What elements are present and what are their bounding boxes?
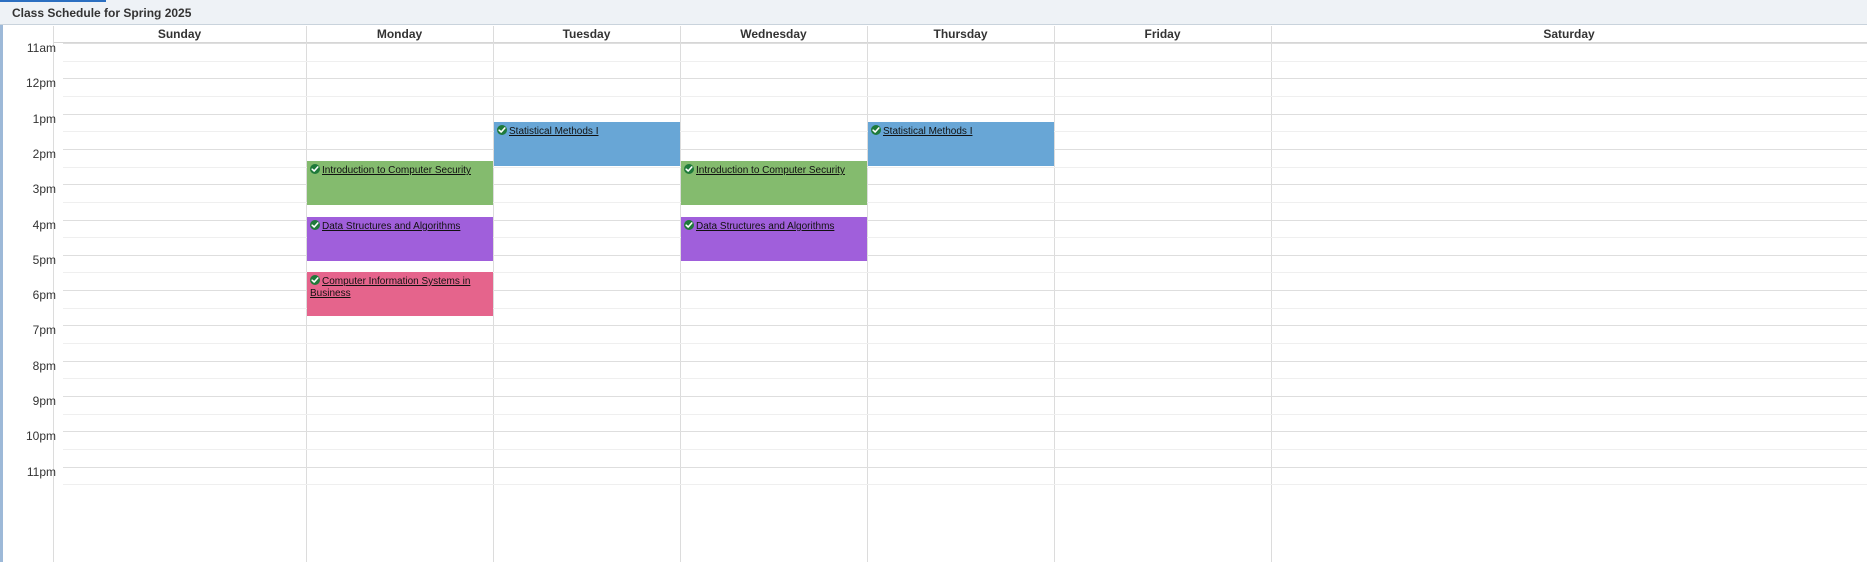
column-divider bbox=[493, 26, 494, 562]
event-title-link[interactable]: Data Structures and Algorithms bbox=[696, 221, 834, 232]
half-hour-gridline bbox=[63, 61, 1867, 62]
column-divider bbox=[867, 26, 868, 562]
check-circle-icon bbox=[497, 125, 507, 135]
calendar-grid: Sunday Monday Tuesday Wednesday Thursday Frid… bbox=[3, 26, 1867, 562]
half-hour-gridline bbox=[63, 378, 1867, 379]
day-header-friday: Friday bbox=[1054, 26, 1271, 43]
half-hour-gridline bbox=[63, 414, 1867, 415]
hour-gridline bbox=[63, 467, 1867, 468]
event-block[interactable]: Computer Information Systems in Business bbox=[307, 272, 493, 316]
title-bar: Class Schedule for Spring 2025 bbox=[0, 0, 1867, 25]
column-divider bbox=[1271, 26, 1272, 562]
check-circle-icon bbox=[684, 220, 694, 230]
time-label-8pm: 8pm bbox=[32, 359, 56, 373]
title-accent bbox=[0, 0, 106, 2]
time-label-10pm: 10pm bbox=[25, 429, 56, 443]
time-label-12pm: 12pm bbox=[25, 76, 56, 90]
day-header-tuesday: Tuesday bbox=[493, 26, 680, 43]
time-label-9pm: 9pm bbox=[32, 394, 56, 408]
day-header-saturday: Saturday bbox=[1271, 26, 1867, 43]
hour-gridline bbox=[63, 396, 1867, 397]
hour-gridline bbox=[63, 361, 1867, 362]
half-hour-gridline bbox=[63, 343, 1867, 344]
time-label-5pm: 5pm bbox=[32, 253, 56, 267]
check-circle-icon bbox=[871, 125, 881, 135]
column-divider bbox=[680, 26, 681, 562]
event-title-link[interactable]: Statistical Methods I bbox=[883, 126, 972, 137]
day-header-thursday: Thursday bbox=[867, 26, 1054, 43]
half-hour-gridline bbox=[63, 96, 1867, 97]
hour-gridline bbox=[63, 431, 1867, 432]
event-block[interactable]: Statistical Methods I bbox=[868, 122, 1054, 166]
check-circle-icon bbox=[310, 275, 320, 285]
half-hour-gridline bbox=[63, 484, 1867, 485]
check-circle-icon bbox=[684, 164, 694, 174]
event-block[interactable]: Data Structures and Algorithms bbox=[681, 217, 867, 261]
event-title-link[interactable]: Computer Information Systems in Business bbox=[310, 276, 470, 299]
schedule-title: Class Schedule for Spring 2025 bbox=[12, 6, 192, 20]
event-title-link[interactable]: Statistical Methods I bbox=[509, 126, 598, 137]
check-circle-icon bbox=[310, 164, 320, 174]
event-title-link[interactable]: Data Structures and Algorithms bbox=[322, 221, 460, 232]
time-label-3pm: 3pm bbox=[32, 182, 56, 196]
time-label-7pm: 7pm bbox=[32, 323, 56, 337]
hour-gridline bbox=[63, 114, 1867, 115]
event-block[interactable]: Introduction to Computer Security bbox=[681, 161, 867, 205]
time-label-2pm: 2pm bbox=[32, 147, 56, 161]
hour-gridline bbox=[63, 78, 1867, 79]
event-title-link[interactable]: Introduction to Computer Security bbox=[696, 165, 845, 176]
time-label-11pm: 11pm bbox=[26, 465, 56, 479]
hour-gridline bbox=[63, 43, 1867, 44]
event-block[interactable]: Statistical Methods I bbox=[494, 122, 680, 166]
time-label-4pm: 4pm bbox=[32, 218, 56, 232]
day-header-wednesday: Wednesday bbox=[680, 26, 867, 43]
event-block[interactable]: Data Structures and Algorithms bbox=[307, 217, 493, 261]
time-label-6pm: 6pm bbox=[32, 288, 56, 302]
column-divider bbox=[1054, 26, 1055, 562]
check-circle-icon bbox=[310, 220, 320, 230]
day-header-monday: Monday bbox=[306, 26, 493, 43]
hour-gridline bbox=[63, 325, 1867, 326]
day-header-sunday: Sunday bbox=[53, 26, 306, 43]
time-label-11am: 11am bbox=[26, 41, 56, 55]
half-hour-gridline bbox=[63, 449, 1867, 450]
event-block[interactable]: Introduction to Computer Security bbox=[307, 161, 493, 205]
event-title-link[interactable]: Introduction to Computer Security bbox=[322, 165, 471, 176]
time-label-1pm: 1pm bbox=[32, 112, 56, 126]
